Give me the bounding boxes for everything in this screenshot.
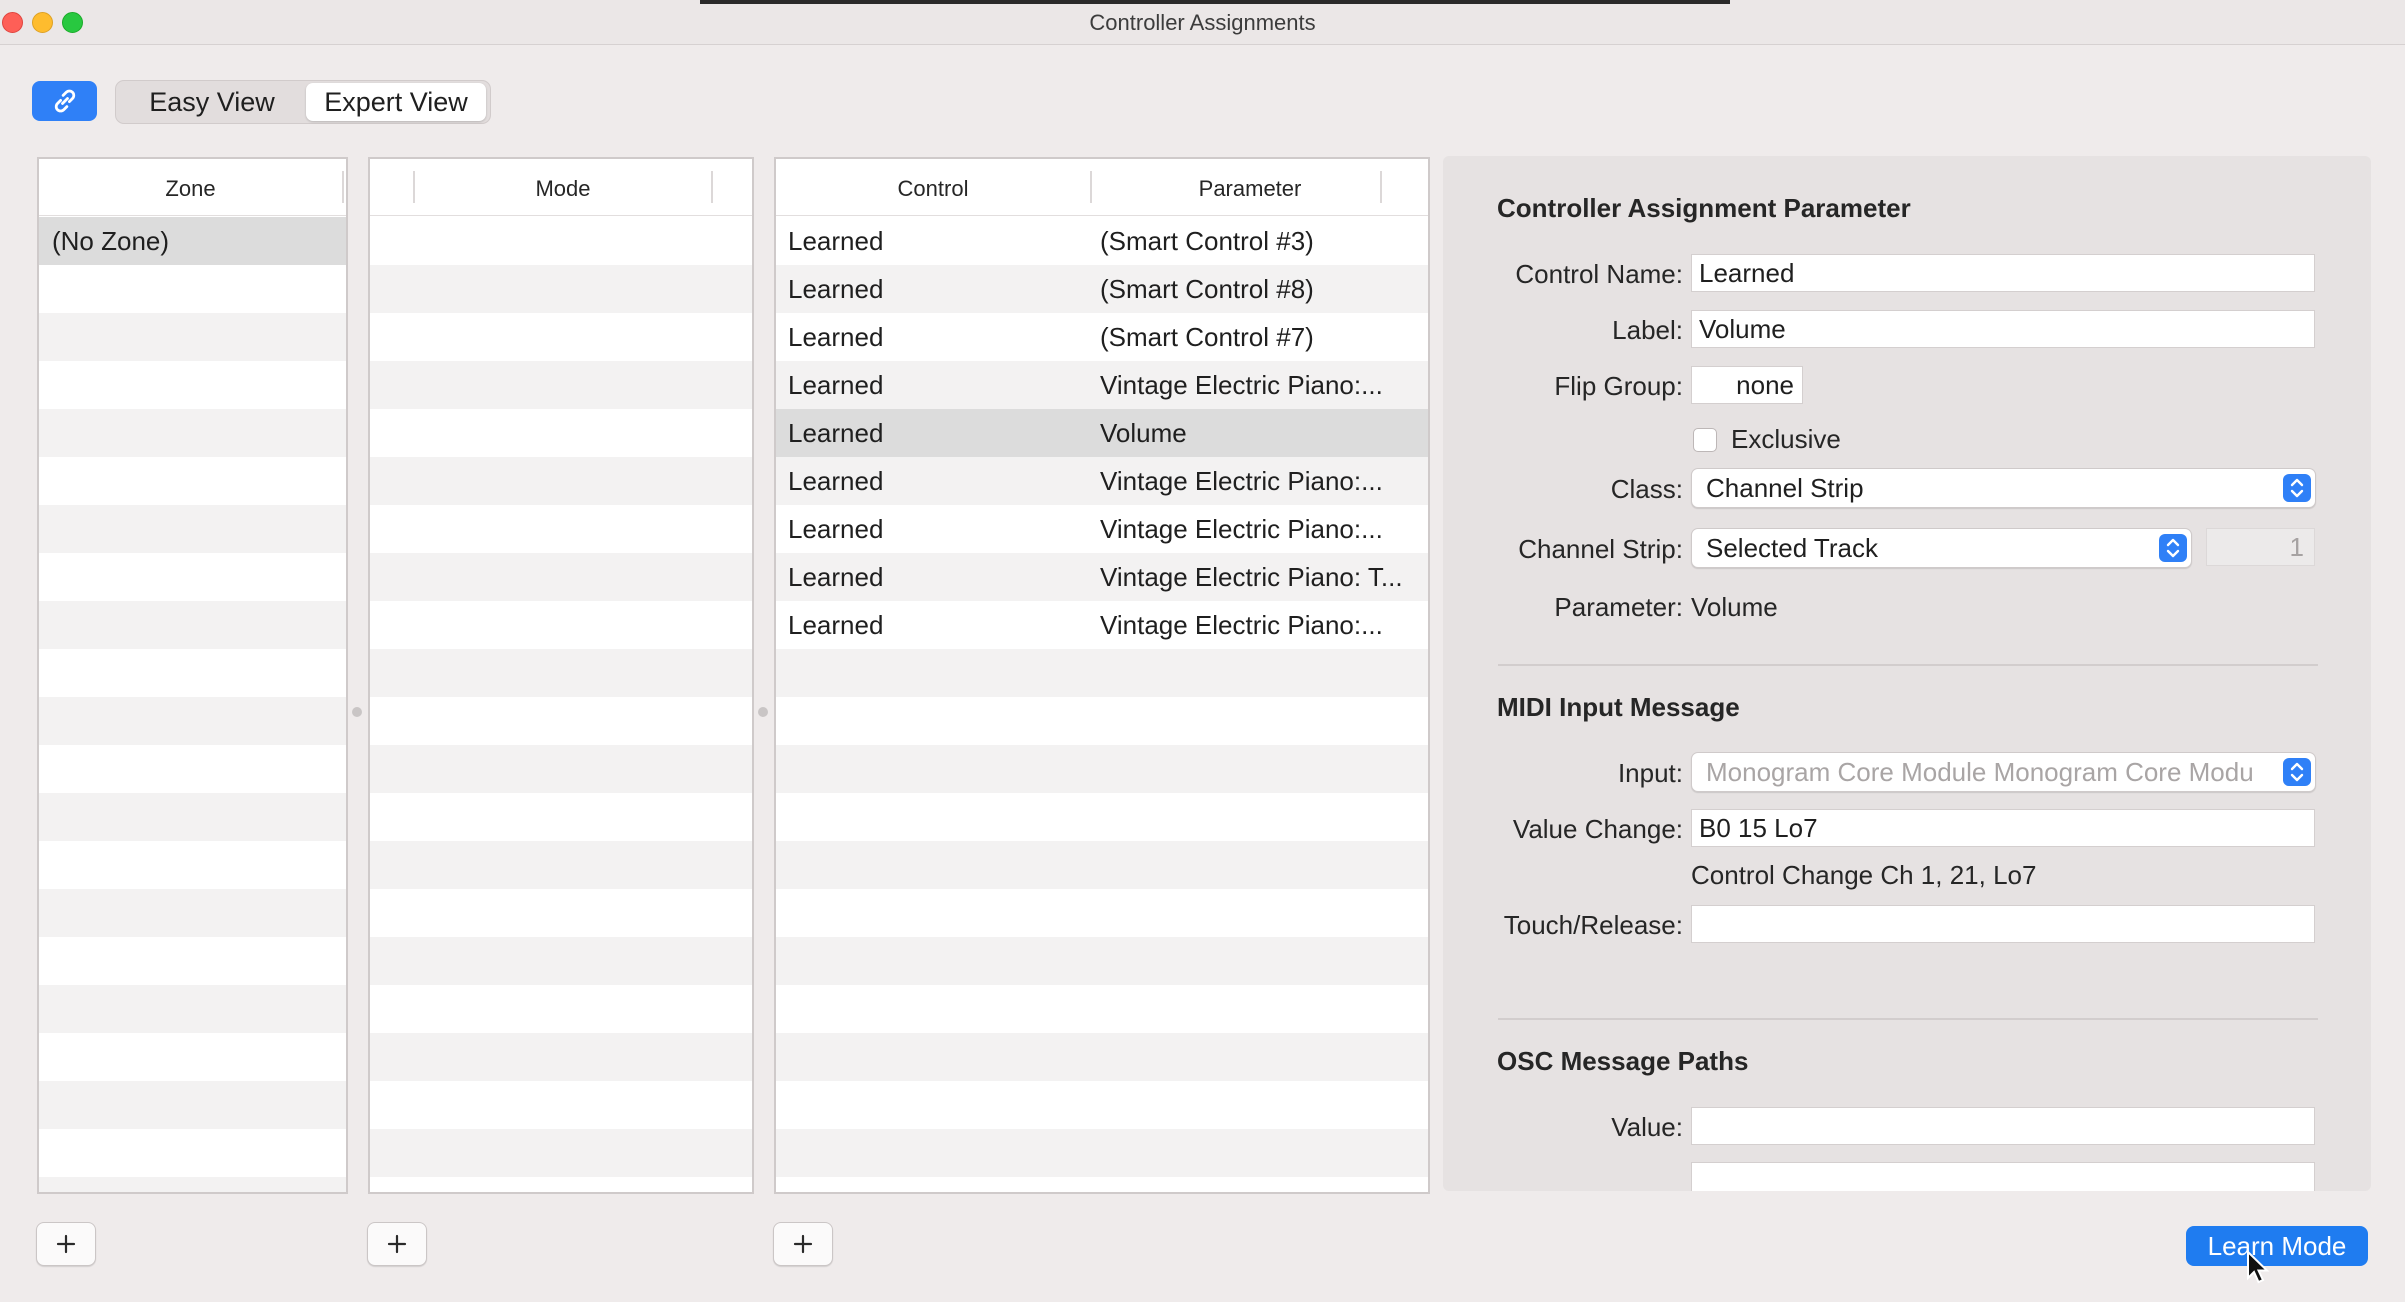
zone-row[interactable]: (No Zone) [39,217,346,265]
assignment-row[interactable]: Learned (Smart Control #3) [776,217,1428,265]
channel-strip-popup[interactable]: Selected Track [1691,528,2192,568]
flip-group-label: Flip Group: [1554,371,1683,401]
channel-strip-number-field: 1 [2206,528,2315,566]
control-cell: Learned [788,370,884,400]
plus-icon [387,1234,407,1254]
assignment-row[interactable]: Learned Vintage Electric Piano:... [776,601,1428,649]
link-button[interactable] [32,81,97,121]
value-change-description: Control Change Ch 1, 21, Lo7 [1691,860,2037,890]
parameter-cell: Vintage Electric Piano:... [1100,466,1383,496]
section-divider [1498,664,2318,666]
plus-icon [793,1234,813,1254]
parameter-cell: Vintage Electric Piano:... [1100,610,1383,640]
control-cell: Learned [788,322,884,352]
zone-table: Zone (No Zone) [37,157,348,1194]
input-popup[interactable]: Monogram Core Module Monogram Core Modu [1691,752,2316,792]
parameter-cell: Vintage Electric Piano:... [1100,514,1383,544]
flip-group-field[interactable]: none [1691,366,1803,404]
assignments-table-header: Control Parameter [776,159,1428,216]
add-assignment-button[interactable] [773,1222,833,1266]
parameter-cell: (Smart Control #7) [1100,322,1314,352]
assignment-row[interactable]: Learned (Smart Control #8) [776,265,1428,313]
control-column-header[interactable]: Control [776,159,1090,215]
control-cell: Learned [788,514,884,544]
exclusive-checkbox[interactable] [1693,428,1717,452]
zone-name: (No Zone) [52,226,170,256]
parameter-label: Parameter: [1554,592,1683,622]
zone-column-header[interactable]: Zone [39,159,342,215]
mode-table-header: Mode [370,159,752,216]
parameter-cell: Vintage Electric Piano: T... [1100,562,1403,592]
input-popup-value: Monogram Core Module Monogram Core Modu [1706,757,2254,787]
assignment-section-title: Controller Assignment Parameter [1497,193,1911,223]
mode-column-header[interactable]: Mode [415,159,711,215]
control-name-label: Control Name: [1515,259,1683,289]
assignment-row[interactable]: Learned Vintage Electric Piano:... [776,457,1428,505]
easy-view-tab[interactable]: Easy View [120,83,304,121]
class-label: Class: [1610,474,1683,504]
assignment-row-selected[interactable]: Learned Volume [776,409,1428,457]
column-divider [342,171,344,203]
class-popup-value: Channel Strip [1706,473,1864,503]
assignments-table: Control Parameter Learned (Smart Control… [774,157,1430,1194]
label-label: Label: [1612,315,1683,345]
plus-icon [56,1234,76,1254]
popup-arrows-icon [2283,758,2311,786]
section-divider [1498,1018,2318,1020]
parameter-cell: (Smart Control #3) [1100,226,1314,256]
assignment-inspector: Controller Assignment Parameter Control … [1443,156,2371,1191]
exclusive-label: Exclusive [1731,424,1841,454]
input-label: Input: [1617,758,1683,788]
learn-mode-button[interactable]: Learn Mode [2186,1226,2368,1266]
class-popup[interactable]: Channel Strip [1691,468,2316,508]
mouse-pointer-icon [2247,1250,2270,1284]
view-segmented-control: Easy View Expert View [115,80,491,124]
value-change-field[interactable]: B0 15 Lo7 [1691,809,2315,847]
background-window-strip [700,0,1730,4]
popup-arrows-icon [2283,474,2311,502]
control-cell: Learned [788,466,884,496]
assignment-row[interactable]: Learned (Smart Control #7) [776,313,1428,361]
midi-section-title: MIDI Input Message [1497,692,1740,722]
window-title: Controller Assignments [1089,10,1316,35]
touch-release-field[interactable] [1691,905,2315,943]
touch-release-label: Touch/Release: [1503,910,1683,940]
osc-value-field[interactable] [1691,1107,2315,1145]
title-bar: Controller Assignments [0,0,2405,45]
osc-value-label: Value: [1611,1112,1683,1142]
popup-arrows-icon [2159,534,2187,562]
add-mode-button[interactable] [367,1222,427,1266]
label-field[interactable]: Volume [1691,310,2315,348]
assignment-row[interactable]: Learned Vintage Electric Piano: T... [776,553,1428,601]
expert-view-tab[interactable]: Expert View [306,83,486,121]
control-cell: Learned [788,562,884,592]
mode-control-split-handle[interactable] [758,707,768,717]
parameter-value: Volume [1691,592,1778,622]
control-cell: Learned [788,274,884,304]
osc-section-title: OSC Message Paths [1497,1046,1749,1076]
link-icon [54,89,75,113]
assignment-row[interactable]: Learned Vintage Electric Piano:... [776,361,1428,409]
mode-table: Mode [368,157,754,1194]
control-cell: Learned [788,226,884,256]
osc-touch-release-field[interactable] [1691,1162,2315,1191]
column-divider [711,171,713,203]
parameter-cell: Volume [1100,418,1187,448]
column-divider [1380,171,1382,203]
parameter-column-header[interactable]: Parameter [1092,159,1408,215]
parameter-cell: (Smart Control #8) [1100,274,1314,304]
assignment-row[interactable]: Learned Vintage Electric Piano:... [776,505,1428,553]
control-name-field[interactable]: Learned [1691,254,2315,292]
control-cell: Learned [788,418,884,448]
zone-table-header: Zone [39,159,346,216]
zone-mode-split-handle[interactable] [352,707,362,717]
channel-strip-label: Channel Strip: [1518,534,1683,564]
channel-strip-popup-value: Selected Track [1706,533,1878,563]
value-change-label: Value Change: [1512,814,1683,844]
parameter-cell: Vintage Electric Piano:... [1100,370,1383,400]
add-zone-button[interactable] [36,1222,96,1266]
control-cell: Learned [788,610,884,640]
